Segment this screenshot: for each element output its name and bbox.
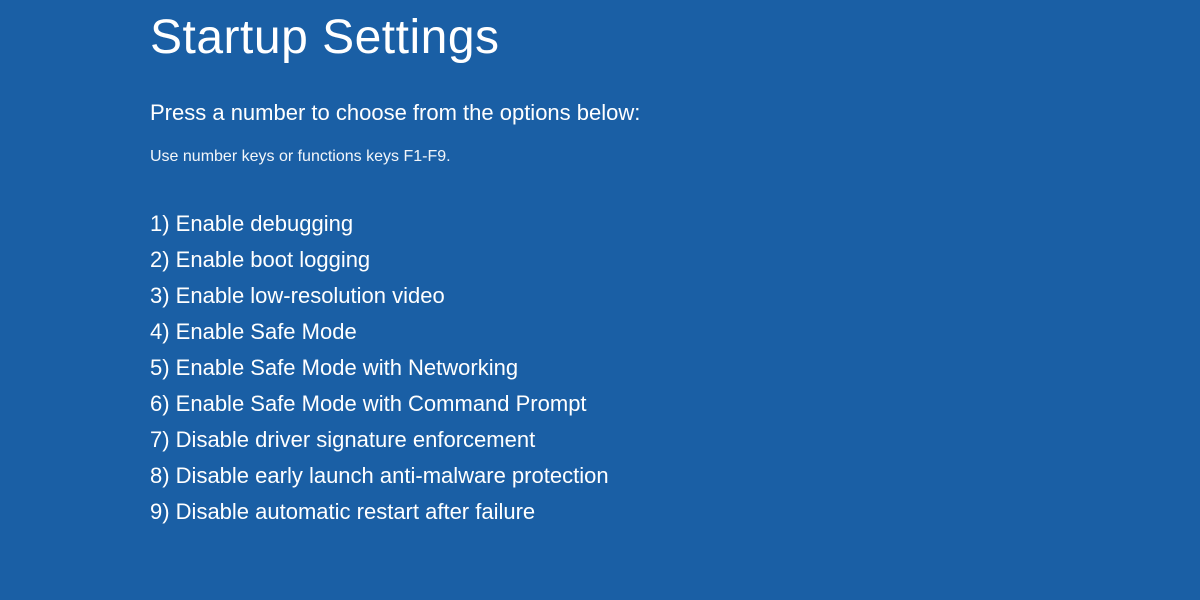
option-disable-early-launch-antimalware[interactable]: 8) Disable early launch anti-malware pro… xyxy=(150,463,1050,489)
option-enable-boot-logging[interactable]: 2) Enable boot logging xyxy=(150,247,1050,273)
option-enable-debugging[interactable]: 1) Enable debugging xyxy=(150,211,1050,237)
option-disable-driver-signature-enforcement[interactable]: 7) Disable driver signature enforcement xyxy=(150,427,1050,453)
option-enable-low-resolution-video[interactable]: 3) Enable low-resolution video xyxy=(150,283,1050,309)
instruction-text: Press a number to choose from the option… xyxy=(150,100,1050,126)
option-disable-automatic-restart[interactable]: 9) Disable automatic restart after failu… xyxy=(150,499,1050,525)
option-enable-safe-mode-command-prompt[interactable]: 6) Enable Safe Mode with Command Prompt xyxy=(150,391,1050,417)
option-enable-safe-mode[interactable]: 4) Enable Safe Mode xyxy=(150,319,1050,345)
options-list: 1) Enable debugging 2) Enable boot loggi… xyxy=(150,211,1050,525)
page-title: Startup Settings xyxy=(150,10,1050,65)
hint-text: Use number keys or functions keys F1-F9. xyxy=(150,148,1050,166)
option-enable-safe-mode-networking[interactable]: 5) Enable Safe Mode with Networking xyxy=(150,355,1050,381)
